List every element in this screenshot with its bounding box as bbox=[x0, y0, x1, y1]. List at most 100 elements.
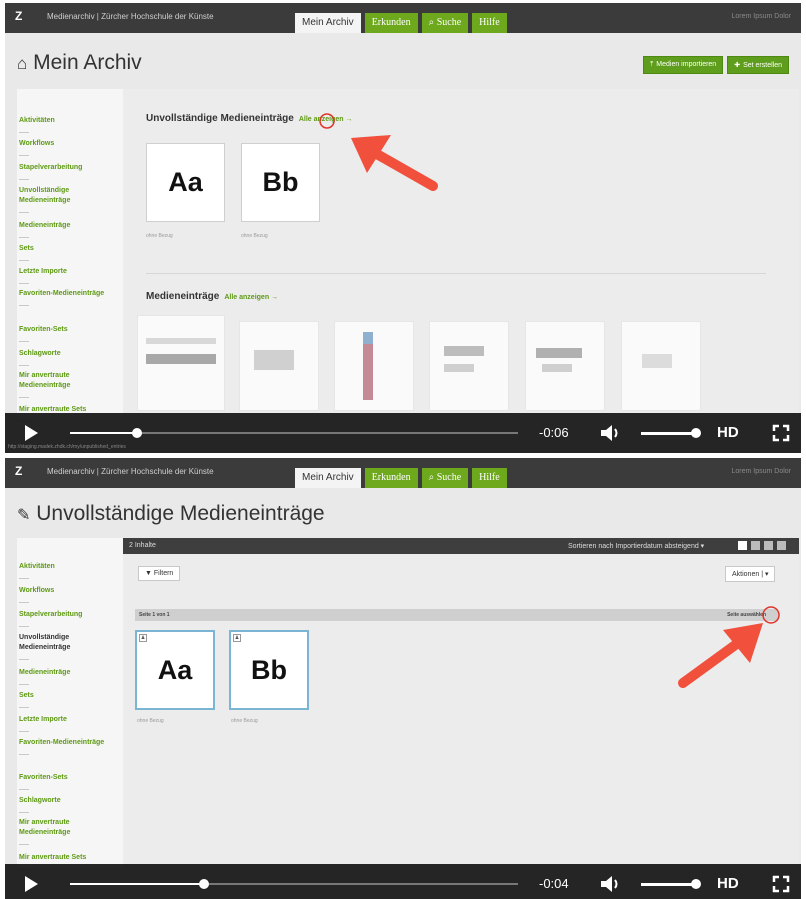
import-media-label: Medien importieren bbox=[656, 61, 717, 68]
divider bbox=[146, 273, 766, 274]
filter-icon: ▼ bbox=[145, 570, 154, 577]
create-set-button[interactable]: ✚ Set erstellen bbox=[727, 56, 789, 74]
main-content bbox=[123, 538, 799, 868]
sidebar-item-letzte-importe[interactable]: Letzte Importe bbox=[19, 715, 105, 732]
tab-suche[interactable]: ⌕ Suche bbox=[421, 13, 469, 33]
user-menu[interactable]: Lorem Ipsum Dolor bbox=[731, 13, 791, 20]
view-compact-icon[interactable] bbox=[777, 541, 786, 550]
media-card-bb[interactable]: Bb bbox=[241, 143, 320, 222]
fullscreen-icon[interactable] bbox=[772, 875, 790, 893]
media-thumbnail[interactable] bbox=[334, 321, 414, 411]
sidebar-item-workflows[interactable]: Workflows bbox=[19, 139, 105, 156]
hd-toggle[interactable]: HD bbox=[717, 875, 739, 892]
volume-handle[interactable] bbox=[691, 428, 701, 438]
media-caption: ohne Bezug bbox=[241, 233, 268, 239]
tab-hilfe[interactable]: Hilfe bbox=[472, 468, 507, 488]
fullscreen-icon[interactable] bbox=[772, 424, 790, 442]
sidebar-item-stapelverarbeitung[interactable]: Stapelverarbeitung bbox=[19, 610, 105, 627]
sidebar-item-mir-anvertraute-medieneintraege[interactable]: Mir anvertraute Medieneinträge bbox=[19, 371, 105, 398]
media-thumbnail[interactable] bbox=[525, 321, 605, 411]
remaining-time: -0:04 bbox=[539, 876, 569, 891]
volume-icon[interactable] bbox=[599, 424, 623, 442]
volume-icon[interactable] bbox=[599, 875, 623, 893]
sidebar-item-aktivitaeten[interactable]: Aktivitäten bbox=[19, 116, 105, 133]
media-thumbnail[interactable] bbox=[621, 321, 701, 411]
page-bar: Seite 1 von 1 Seite auswählen bbox=[135, 609, 778, 621]
seek-handle[interactable] bbox=[132, 428, 143, 438]
screenshot-frame-unvollstaendige: Z Medienarchiv | Zürcher Hochschule der … bbox=[5, 458, 801, 899]
seek-handle[interactable] bbox=[199, 879, 210, 889]
pencil-icon: ✎ bbox=[17, 507, 31, 524]
tab-erkunden[interactable]: Erkunden bbox=[364, 468, 418, 488]
seek-bar[interactable] bbox=[70, 428, 518, 438]
screenshot-frame-mein-archiv: Z Medienarchiv | Zürcher Hochschule der … bbox=[5, 3, 801, 453]
volume-slider[interactable] bbox=[641, 883, 696, 886]
sort-dropdown[interactable]: Sortieren nach Importierdatum absteigend… bbox=[568, 542, 704, 550]
sidebar-item-sets[interactable]: Sets bbox=[19, 244, 105, 261]
video-player-controls: -0:04 HD bbox=[5, 864, 801, 899]
tab-hilfe[interactable]: Hilfe bbox=[472, 13, 507, 33]
user-icon: ♟ bbox=[139, 634, 147, 642]
user-icon: ♟ bbox=[233, 634, 241, 642]
seek-progress bbox=[70, 883, 205, 885]
view-list-icon[interactable] bbox=[764, 541, 773, 550]
sidebar-item-favoriten-medieneintraege[interactable]: Favoriten-Medieneinträge bbox=[19, 289, 105, 306]
logo[interactable]: Z bbox=[15, 9, 22, 23]
show-all-media-link[interactable]: Alle anzeigen → bbox=[224, 294, 278, 301]
media-caption: ohne Bezug bbox=[146, 233, 173, 239]
tab-erkunden[interactable]: Erkunden bbox=[364, 13, 418, 33]
filter-button[interactable]: ▼ Filtern bbox=[138, 566, 181, 581]
chevron-down-icon: | ▾ bbox=[759, 571, 769, 578]
sidebar-item-unvollstaendige-active[interactable]: Unvollständige Medieneinträge bbox=[19, 633, 105, 660]
actions-label: Aktionen bbox=[732, 571, 760, 578]
media-thumbnail[interactable] bbox=[429, 321, 509, 411]
sidebar-item-sets[interactable]: Sets bbox=[19, 691, 105, 708]
media-card-aa[interactable]: Aa bbox=[135, 630, 215, 710]
sidebar-item-workflows[interactable]: Workflows bbox=[19, 586, 105, 603]
tab-mein-archiv[interactable]: Mein Archiv bbox=[295, 468, 361, 488]
seek-bar[interactable] bbox=[70, 879, 518, 889]
top-navigation-bar: Z Medienarchiv | Zürcher Hochschule der … bbox=[5, 458, 801, 488]
sidebar-item-medieneintraege[interactable]: Medieneinträge bbox=[19, 221, 105, 238]
header-actions: ⤒ Medien importieren ✚ Set erstellen bbox=[643, 56, 789, 74]
media-thumbnail[interactable] bbox=[137, 315, 225, 411]
media-card-bb[interactable]: Bb bbox=[229, 630, 309, 710]
page-title-text: Mein Archiv bbox=[33, 51, 142, 74]
sidebar-item-medieneintraege[interactable]: Medieneinträge bbox=[19, 668, 105, 685]
sidebar-item-aktivitaeten[interactable]: Aktivitäten bbox=[19, 562, 105, 579]
page-indicator: Seite 1 von 1 bbox=[139, 612, 170, 618]
play-icon[interactable] bbox=[25, 425, 38, 441]
site-name[interactable]: Medienarchiv | Zürcher Hochschule der Kü… bbox=[47, 467, 214, 476]
view-grid-icon[interactable] bbox=[738, 541, 747, 550]
hd-toggle[interactable]: HD bbox=[717, 424, 739, 441]
import-media-button[interactable]: ⤒ Medien importieren bbox=[643, 56, 724, 74]
sidebar-item-schlagworte[interactable]: Schlagworte bbox=[19, 796, 105, 813]
search-icon: ⌕ bbox=[428, 17, 437, 28]
media-card-aa[interactable]: Aa bbox=[146, 143, 225, 222]
tab-mein-archiv[interactable]: Mein Archiv bbox=[295, 13, 361, 33]
section-title-unvollstaendige-text: Unvollständige Medieneinträge bbox=[146, 113, 294, 124]
sidebar-item-letzte-importe[interactable]: Letzte Importe bbox=[19, 267, 105, 284]
volume-slider[interactable] bbox=[641, 432, 696, 435]
volume-handle[interactable] bbox=[691, 879, 701, 889]
select-page-link[interactable]: Seite auswählen bbox=[727, 612, 766, 618]
site-name[interactable]: Medienarchiv | Zürcher Hochschule der Kü… bbox=[47, 12, 214, 21]
show-all-incomplete-link[interactable]: Alle anzeigen → bbox=[299, 116, 353, 123]
actions-dropdown[interactable]: Aktionen | ▾ bbox=[725, 566, 776, 582]
view-tiles-icon[interactable] bbox=[751, 541, 760, 550]
sidebar-item-favoriten-sets[interactable]: Favoriten-Sets bbox=[19, 325, 105, 342]
main-tabs: Mein Archiv Erkunden ⌕ Suche Hilfe bbox=[295, 13, 507, 33]
sidebar-item-schlagworte[interactable]: Schlagworte bbox=[19, 349, 105, 366]
sidebar-item-favoriten-sets[interactable]: Favoriten-Sets bbox=[19, 773, 105, 790]
play-icon[interactable] bbox=[25, 876, 38, 892]
sidebar-item-favoriten-medieneintraege[interactable]: Favoriten-Medieneinträge bbox=[19, 738, 105, 755]
user-menu[interactable]: Lorem Ipsum Dolor bbox=[731, 468, 791, 475]
media-thumbnail[interactable] bbox=[239, 321, 319, 411]
sidebar-item-mir-anvertraute-medieneintraege[interactable]: Mir anvertraute Medieneinträge bbox=[19, 818, 105, 845]
logo[interactable]: Z bbox=[15, 464, 22, 478]
tab-suche[interactable]: ⌕ Suche bbox=[421, 468, 469, 488]
results-count: 2 Inhalte bbox=[129, 542, 156, 549]
sidebar-item-unvollstaendige[interactable]: Unvollständige Medieneinträge bbox=[19, 186, 105, 213]
home-icon: ⌂ bbox=[17, 54, 28, 73]
sidebar-item-stapelverarbeitung[interactable]: Stapelverarbeitung bbox=[19, 163, 105, 180]
